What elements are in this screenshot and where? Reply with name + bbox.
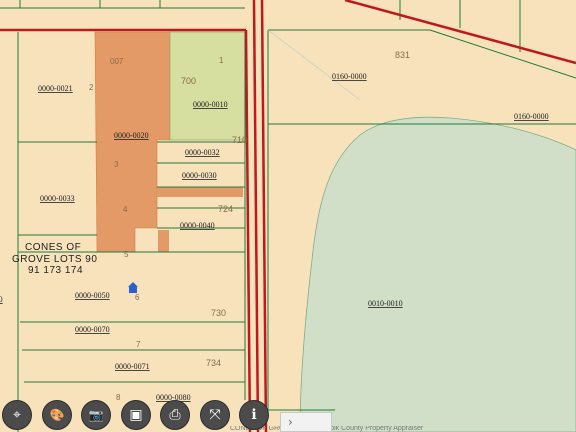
subdivision-label-line-1: CONES OF: [25, 242, 81, 253]
parcel-strip-orange[interactable]: [157, 187, 243, 197]
location-pin-icon[interactable]: ⌖: [2, 400, 32, 430]
address-number: 710: [232, 135, 247, 145]
share-icon[interactable]: ⤧: [200, 400, 230, 430]
expand-panel-button[interactable]: ›: [280, 412, 332, 432]
parcel-label: 0000-0032: [185, 148, 220, 157]
address-number: 700: [181, 76, 196, 86]
address-number: 831: [395, 50, 410, 60]
parcel-label: 0000-0021: [38, 84, 73, 93]
parcel-highlight-green[interactable]: [169, 31, 247, 141]
lot-number: 007: [110, 57, 124, 66]
lot-number: 5: [124, 250, 129, 259]
info-icon[interactable]: ℹ: [239, 400, 269, 430]
lot-number: 4: [123, 205, 128, 214]
parcel-label: 0000-0020: [114, 131, 149, 140]
address-number: 734: [206, 358, 221, 368]
parcel-label: 0000-0071: [115, 362, 150, 371]
address-number: 724: [218, 204, 233, 214]
parcel-label: 0000-0030: [182, 171, 217, 180]
parcel-label: 0000-0070: [75, 325, 110, 334]
parcel-label: 0010-0010: [368, 299, 403, 308]
bookmark-icon[interactable]: ▣: [121, 400, 151, 430]
parcel-label: 0160-0000: [514, 112, 549, 121]
subdivision-label-line-3: 91 173 174: [28, 265, 83, 276]
subdivision-label-line-2: GROVE LOTS 90: [12, 254, 97, 265]
parcel-label: 0000-0033: [40, 194, 75, 203]
lot-number: 6: [135, 293, 140, 302]
parcel-label: 0160-0000: [332, 72, 367, 81]
lot-number: 2: [89, 83, 94, 92]
parcel-small-orange[interactable]: [158, 230, 169, 252]
water-body[interactable]: [299, 116, 576, 432]
chevron-right-icon: ›: [288, 415, 293, 429]
lot-number: 3: [114, 160, 119, 169]
parcel-map[interactable]: 0000-0021 0000-0020 0000-0010 0000-0032 …: [0, 0, 576, 432]
parcel-label: 0000-0050: [75, 291, 110, 300]
print-icon[interactable]: ⎙: [160, 400, 190, 430]
map-toolbar: ⌖ 🎨 📷 ▣ ⎙ ⤧ ℹ: [0, 400, 300, 432]
lot-number: 1: [219, 56, 224, 65]
address-number: 730: [211, 308, 226, 318]
lot-number: 7: [136, 340, 141, 349]
parcel-label: 0000-0: [0, 295, 3, 304]
palette-icon[interactable]: 🎨: [42, 400, 72, 430]
camera-icon[interactable]: 📷: [81, 400, 111, 430]
parcel-label: 0000-0040: [180, 221, 215, 230]
parcel-label: 0000-0010: [193, 100, 228, 109]
